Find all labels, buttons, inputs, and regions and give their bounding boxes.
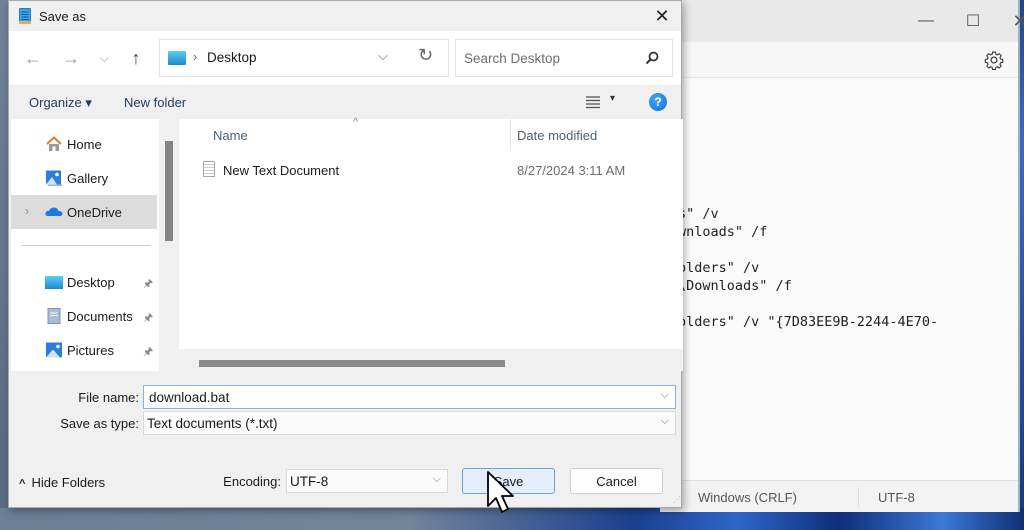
sidebar-item-label: Home <box>67 137 102 152</box>
onedrive-icon <box>45 207 63 216</box>
file-row[interactable]: New Text Document 8/27/2024 3:11 AM <box>179 155 683 185</box>
notepad-titlebar: — ☐ ✕ <box>660 0 1024 42</box>
search-placeholder: Search Desktop <box>464 51 561 66</box>
list-view-icon <box>586 96 600 109</box>
forward-button[interactable]: → <box>60 47 82 69</box>
recent-locations-button[interactable]: ⌵ <box>93 47 115 69</box>
search-input[interactable]: Search Desktop <box>455 39 673 77</box>
encoding-status[interactable]: UTF-8 <box>878 490 915 505</box>
notepad-window: — ☐ ✕ s" /v wnloads" /f olders" /v \Down… <box>660 0 1024 512</box>
file-date-modified: 8/27/2024 3:11 AM <box>517 163 626 178</box>
encoding-label: Encoding: <box>223 474 281 489</box>
text-file-icon <box>203 161 215 177</box>
chevron-up-icon: ^ <box>19 478 26 490</box>
sidebar-item-pictures[interactable]: Pictures 🖈 <box>11 333 157 367</box>
address-bar[interactable]: › Desktop ⌵ ↻ <box>159 39 449 77</box>
view-options-button[interactable]: ▾ <box>585 93 621 113</box>
gallery-icon <box>46 170 62 186</box>
file-name-input[interactable]: download.bat ⌵ <box>143 385 676 409</box>
pin-icon[interactable]: 🖈 <box>143 343 153 362</box>
pictures-icon <box>46 342 62 358</box>
notepad-app-icon <box>19 8 31 24</box>
hide-folders-button[interactable]: ^ Hide Folders <box>19 475 105 490</box>
home-icon <box>46 136 62 151</box>
sidebar-item-label: Pictures <box>67 343 114 358</box>
refresh-icon[interactable]: ↻ <box>418 45 433 66</box>
file-name-value: download.bat <box>149 390 230 405</box>
dialog-title: Save as <box>39 9 86 24</box>
dialog-close-button[interactable]: ✕ <box>647 3 677 29</box>
chevron-down-icon[interactable]: ⌵ <box>433 473 441 486</box>
save-as-type-value: Text documents (*.txt) <box>147 416 278 431</box>
resize-grip[interactable]: ⋰ <box>673 495 681 504</box>
save-as-type-select[interactable]: Text documents (*.txt) ⌵ <box>143 411 676 435</box>
file-list-pane: ^ Name Date modified New Text Document 8… <box>179 116 683 371</box>
minimize-button[interactable]: — <box>903 6 949 36</box>
sort-ascending-icon: ^ <box>353 116 359 128</box>
gear-icon[interactable] <box>984 50 1004 70</box>
close-button[interactable]: ✕ <box>997 6 1024 36</box>
sidebar-item-documents[interactable]: Documents 🖈 <box>11 299 157 333</box>
navigation-bar: ← → ⌵ ↑ › Desktop ⌵ ↻ Search Desktop <box>9 31 681 85</box>
chevron-down-icon[interactable]: ⌵ <box>661 415 669 428</box>
mouse-cursor-icon <box>487 471 514 513</box>
encoding-select[interactable]: UTF-8 ⌵ <box>286 469 448 493</box>
desktop-folder-icon <box>45 276 63 289</box>
breadcrumb-desktop[interactable]: Desktop <box>207 50 257 65</box>
scrollbar-thumb[interactable] <box>199 360 505 367</box>
documents-icon <box>47 308 61 324</box>
sidebar-item-onedrive[interactable]: › OneDrive <box>11 195 157 229</box>
editor-line: s" /v <box>678 206 719 222</box>
pin-icon[interactable]: 🖈 <box>143 309 153 328</box>
maximize-button[interactable]: ☐ <box>950 6 996 36</box>
editor-line: olders" /v <box>678 260 760 276</box>
navigation-scrollbar[interactable] <box>159 119 179 371</box>
view-dropdown-arrow: ▾ <box>610 93 616 104</box>
address-dropdown-icon[interactable]: ⌵ <box>378 48 388 64</box>
sidebar-item-label: Gallery <box>67 171 109 186</box>
horizontal-scrollbar[interactable] <box>179 349 683 371</box>
file-name: New Text Document <box>223 163 340 178</box>
expand-chevron-icon[interactable]: › <box>25 204 29 218</box>
desktop-folder-icon <box>168 51 186 65</box>
column-header-date-modified[interactable]: Date modified <box>517 128 597 143</box>
save-as-dialog: Save as ✕ ← → ⌵ ↑ › Desktop ⌵ ↻ Search D… <box>8 0 683 508</box>
editor-line: \Downloads" /f <box>678 278 792 294</box>
notepad-statusbar: Windows (CRLF) UTF-8 <box>660 480 1018 512</box>
help-icon[interactable]: ? <box>649 93 667 111</box>
dialog-titlebar[interactable]: Save as ✕ <box>9 1 681 31</box>
sidebar-item-label: OneDrive <box>67 205 122 220</box>
back-button[interactable]: ← <box>22 47 44 69</box>
hide-folders-label: Hide Folders <box>31 475 106 490</box>
status-divider <box>858 487 859 507</box>
sidebar-item-home[interactable]: Home <box>11 127 157 161</box>
column-divider[interactable] <box>510 119 511 151</box>
file-name-label: File name: <box>78 390 139 405</box>
sidebar-item-label: Desktop <box>67 275 115 290</box>
line-ending-status[interactable]: Windows (CRLF) <box>698 490 797 505</box>
sidebar-item-label: Documents <box>67 309 133 324</box>
pin-icon[interactable]: 🖈 <box>143 275 153 294</box>
new-folder-button[interactable]: New folder <box>124 95 186 110</box>
cancel-button[interactable]: Cancel <box>570 468 663 494</box>
command-bar: Organize ▾ New folder ▾ ? <box>9 85 681 119</box>
search-icon[interactable] <box>644 50 660 66</box>
scrollbar-thumb[interactable] <box>165 141 173 241</box>
notepad-editor[interactable]: s" /v wnloads" /f olders" /v \Downloads"… <box>660 78 1018 480</box>
editor-line: wnloads" /f <box>678 224 768 240</box>
encoding-value: UTF-8 <box>290 474 329 489</box>
sidebar-item-desktop[interactable]: Desktop 🖈 <box>11 265 157 299</box>
chevron-down-icon[interactable]: ⌵ <box>661 389 669 402</box>
save-as-type-label: Save as type: <box>60 416 139 431</box>
column-header-name[interactable]: Name <box>213 128 248 143</box>
editor-line: olders" /v "{7D83EE9B-2244-4E70- <box>678 314 939 330</box>
sidebar-divider <box>21 245 151 246</box>
navigation-pane: Home Gallery › OneDrive Desktop 🖈 Docume… <box>11 119 159 371</box>
notepad-toolbar <box>660 42 1018 78</box>
breadcrumb-chevron-icon[interactable]: › <box>193 49 197 64</box>
organize-menu[interactable]: Organize ▾ <box>29 95 92 111</box>
up-button[interactable]: ↑ <box>125 47 147 69</box>
sidebar-item-gallery[interactable]: Gallery <box>11 161 157 195</box>
